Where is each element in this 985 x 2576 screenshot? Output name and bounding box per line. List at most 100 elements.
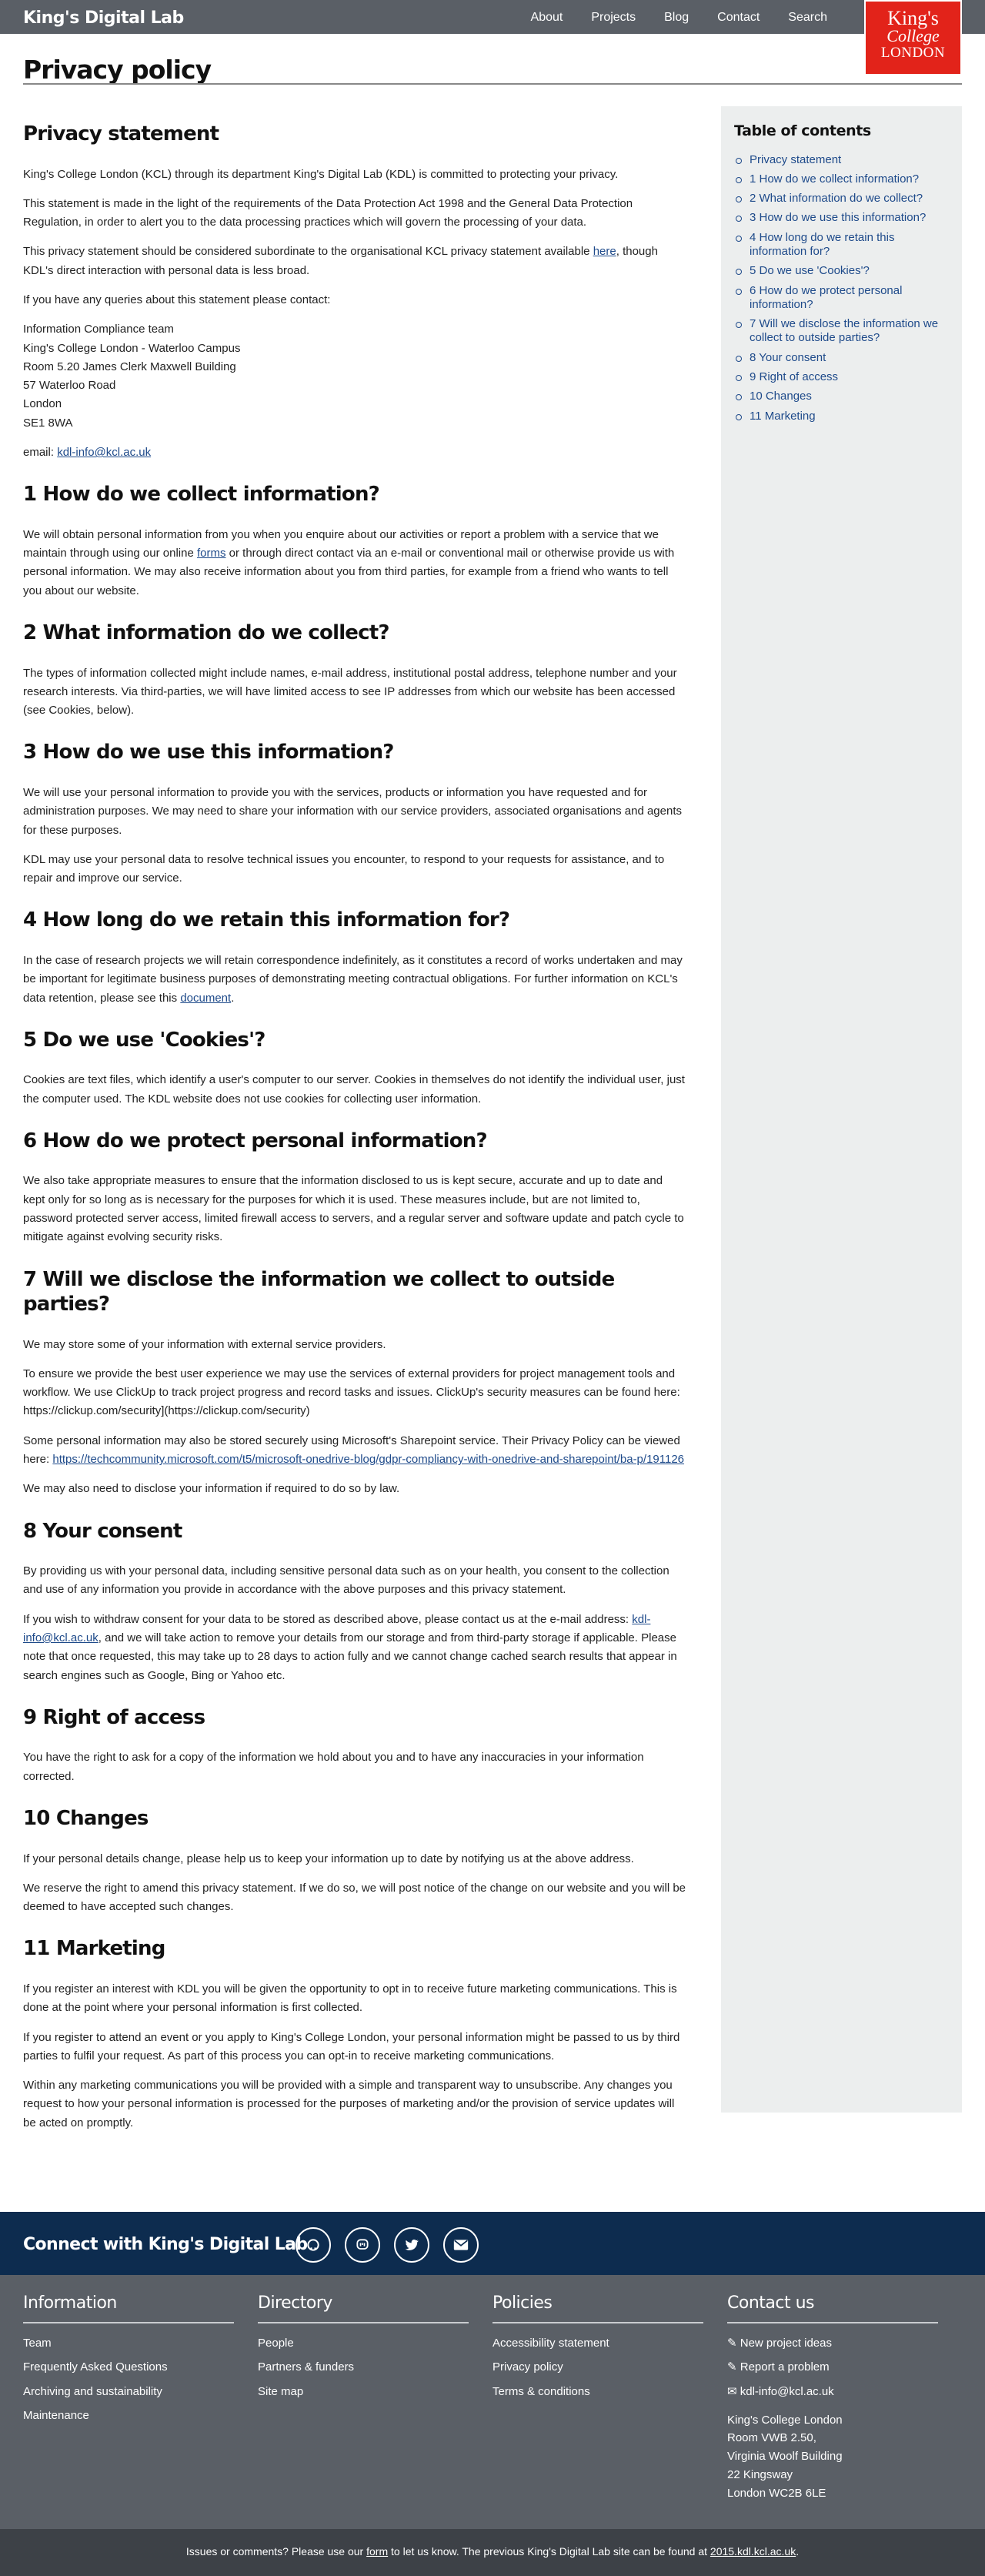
footer-address-line: 22 Kingsway [727, 2467, 793, 2481]
toc-item: 7 Will we disclose the information we co… [734, 317, 950, 346]
section-8-paragraph-2: If you wish to withdraw consent for your… [23, 1611, 686, 1685]
toc-title: Table of contents [734, 122, 871, 139]
address-line: Information Compliance team [23, 323, 174, 336]
heading-section-3: 3 How do we use this information? [23, 741, 394, 764]
toc-item: 4 How long do we retain this information… [734, 231, 950, 259]
email-icon[interactable] [443, 2227, 479, 2263]
toc-link-section-4[interactable]: 4 How long do we retain this information… [750, 231, 894, 258]
mastodon-icon[interactable] [345, 2227, 380, 2263]
section-5-paragraph: Cookies are text files, which identify a… [23, 1073, 685, 1106]
footer-link-archiving[interactable]: Archiving and sustainability [23, 2383, 234, 2400]
footer-link-email[interactable]: ✉ kdl-info@kcl.ac.uk [727, 2383, 938, 2400]
toc-link-section-1[interactable]: 1 How do we collect information? [750, 172, 919, 186]
bottom-form-link[interactable]: form [366, 2545, 388, 2558]
footer-link-partners[interactable]: Partners & funders [258, 2358, 469, 2376]
microsoft-privacy-link[interactable]: https://techcommunity.microsoft.com/t5/m… [52, 1453, 684, 1466]
nav-about[interactable]: About [531, 8, 563, 27]
section-7-paragraph-4: We may also need to disclose your inform… [23, 1482, 400, 1496]
envelope-icon: ✉ [727, 2384, 740, 2398]
connect-title: Connect with King's Digital Lab [23, 2235, 308, 2254]
footer-link-report-problem[interactable]: ✎ Report a problem [727, 2358, 938, 2376]
section-10-paragraph-1: If your personal details change, please … [23, 1852, 634, 1865]
footer-link-new-project[interactable]: ✎ New project ideas [727, 2334, 938, 2352]
section-7-paragraph-3: Some personal information may also be st… [23, 1432, 686, 1470]
toc-link-section-9[interactable]: 9 Right of access [750, 370, 838, 383]
previous-site-link[interactable]: 2015.kdl.kcl.ac.uk [710, 2545, 796, 2558]
toc-link-section-11[interactable]: 11 Marketing [750, 410, 816, 423]
toc-link-section-10[interactable]: 10 Changes [750, 390, 812, 403]
table-of-contents: Table of contents Privacy statement 1 Ho… [721, 106, 962, 2113]
toc-link-section-2[interactable]: 2 What information do we collect? [750, 192, 923, 205]
github-icon[interactable] [296, 2227, 331, 2263]
section-6-paragraph: We also take appropriate measures to ens… [23, 1174, 684, 1244]
footer-address-line: Room VWB 2.50, [727, 2431, 816, 2445]
logo-line-college: College [886, 26, 940, 45]
heading-section-1: 1 How do we collect information? [23, 483, 380, 507]
top-bar: King's Digital Lab About Projects Blog C… [0, 0, 985, 34]
toc-link-section-8[interactable]: 8 Your consent [750, 351, 826, 364]
email-link[interactable]: kdl-info@kcl.ac.uk [57, 446, 151, 459]
toc-item: 6 How do we protect personal information… [734, 284, 950, 313]
intro-paragraph-2: This statement is made in the light of t… [23, 196, 633, 229]
kcl-privacy-link[interactable]: here [593, 245, 616, 258]
footer-information: Information Team Frequently Asked Questi… [23, 2290, 234, 2430]
toc-item: 1 How do we collect information? [734, 172, 950, 186]
section-3-paragraph-2: KDL may use your personal data to resolv… [23, 852, 665, 885]
heading-section-10: 10 Changes [23, 1807, 149, 1831]
email-paragraph: email: kdl-info@kcl.ac.uk [23, 443, 686, 462]
footer-address-line: London WC2B 6LE [727, 2486, 826, 2500]
nav-search[interactable]: Search [788, 8, 827, 27]
toc-link-section-7[interactable]: 7 Will we disclose the information we co… [750, 317, 938, 344]
toc-item: 9 Right of access [734, 370, 950, 384]
section-11-paragraph-3: Within any marketing communications you … [23, 2079, 675, 2129]
footer-link-faq[interactable]: Frequently Asked Questions [23, 2358, 234, 2376]
footer-link-terms[interactable]: Terms & conditions [492, 2383, 703, 2400]
nav-blog[interactable]: Blog [664, 8, 689, 27]
section-11-paragraph-1: If you register an interest with KDL you… [23, 1982, 677, 2015]
toc-link-section-6[interactable]: 6 How do we protect personal information… [750, 284, 902, 311]
s8-text-b: , and we will take action to remove your… [23, 1631, 677, 1682]
s8-text-a: If you wish to withdraw consent for your… [23, 1612, 633, 1626]
section-2-paragraph: The types of information collected might… [23, 666, 677, 718]
kcl-logo[interactable]: King's College LONDON [864, 0, 962, 75]
heading-section-9: 9 Right of access [23, 1705, 205, 1729]
footer-link-maintenance[interactable]: Maintenance [23, 2407, 234, 2424]
toc-item: 2 What information do we collect? [734, 192, 950, 206]
section-1-paragraph: We will obtain personal information from… [23, 526, 686, 601]
heading-section-11: 11 Marketing [23, 1937, 165, 1961]
section-4-paragraph: In the case of research projects we will… [23, 952, 686, 1008]
toc-item: 8 Your consent [734, 351, 950, 365]
pencil-icon: ✎ [727, 2337, 740, 2350]
footer-link-sitemap[interactable]: Site map [258, 2383, 469, 2400]
address-line: 57 Waterloo Road [23, 379, 116, 393]
forms-link[interactable]: forms [197, 547, 226, 560]
nav-contact[interactable]: Contact [717, 8, 760, 27]
logo-line-london: LONDON [880, 45, 946, 61]
connect-bar: Connect with King's Digital Lab [0, 2212, 985, 2275]
email-label: email: [23, 446, 58, 460]
intro-paragraph-4: If you have any queries about this state… [23, 293, 331, 306]
section-7-paragraph-2: To ensure we provide the best user exper… [23, 1367, 680, 1418]
twitter-icon[interactable] [394, 2227, 429, 2263]
retention-document-link[interactable]: document [180, 992, 231, 1005]
footer-address-line: Virginia Woolf Building [727, 2450, 843, 2464]
toc-link-section-3[interactable]: 3 How do we use this information? [750, 211, 926, 224]
nav-projects[interactable]: Projects [591, 8, 636, 27]
bottom-text-c: . [796, 2545, 800, 2558]
s4-text-b: . [231, 991, 235, 1005]
footer-link-team[interactable]: Team [23, 2334, 234, 2352]
brand-link[interactable]: King's Digital Lab [23, 5, 184, 31]
footer-link-accessibility[interactable]: Accessibility statement [492, 2334, 703, 2352]
footer-directory: Directory People Partners & funders Site… [258, 2290, 469, 2407]
footer-contact-title: Contact us [727, 2290, 938, 2323]
section-10-paragraph-2: We reserve the right to amend this priva… [23, 1881, 686, 1914]
toc-link-section-5[interactable]: 5 Do we use 'Cookies'? [750, 264, 870, 277]
toc-link-privacy-statement[interactable]: Privacy statement [750, 153, 841, 166]
footer-link-privacy[interactable]: Privacy policy [492, 2358, 703, 2376]
section-11-paragraph-2: If you register to attend an event or yo… [23, 2030, 680, 2062]
heading-section-5: 5 Do we use 'Cookies'? [23, 1028, 265, 1052]
footer-contact: Contact us ✎ New project ideas ✎ Report … [727, 2290, 938, 2502]
toc-item: 3 How do we use this information? [734, 211, 950, 225]
footer-link-people[interactable]: People [258, 2334, 469, 2352]
heading-section-2: 2 What information do we collect? [23, 621, 389, 645]
